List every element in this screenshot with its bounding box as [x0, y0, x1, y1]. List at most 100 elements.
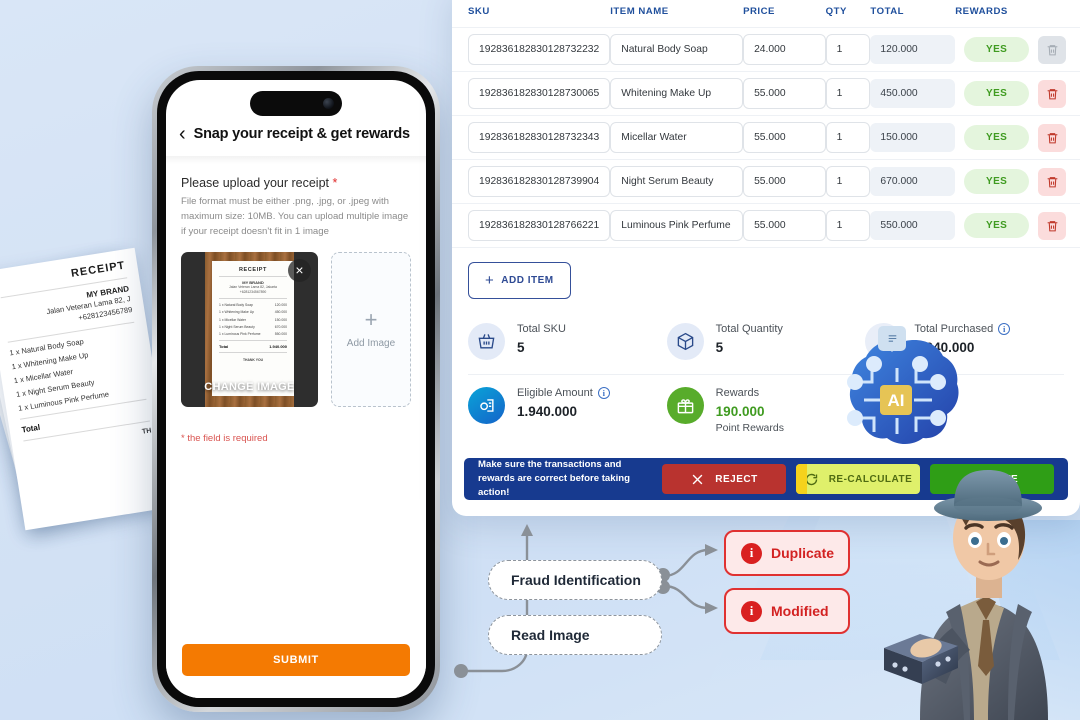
- info-icon[interactable]: i: [998, 323, 1011, 335]
- info-icon: i: [741, 600, 762, 622]
- phone-screen: ‹ Snap your receipt & get rewards Please…: [166, 80, 426, 698]
- submit-button[interactable]: SUBMIT: [182, 644, 410, 676]
- line-amount: 120.000: [274, 302, 287, 307]
- total-value: 120.000: [870, 35, 956, 64]
- line-amount: 550.000: [274, 332, 287, 337]
- sku-input[interactable]: 192836182830128732343: [468, 122, 611, 153]
- label-text: Eligible Amount: [517, 387, 593, 399]
- column-header-qty: QTY: [825, 6, 847, 17]
- qty-input[interactable]: 1: [825, 166, 871, 197]
- qty-input[interactable]: 1: [825, 34, 871, 65]
- column-header-rewards: REWARDS: [955, 6, 1008, 17]
- chevron-left-icon[interactable]: ‹: [179, 124, 186, 144]
- item-name-input[interactable]: Night Serum Beauty: [610, 166, 744, 197]
- divider: [219, 351, 287, 353]
- close-icon: [692, 474, 703, 484]
- plus-icon: +: [364, 307, 378, 333]
- close-icon[interactable]: ×: [287, 258, 311, 282]
- qty-input[interactable]: 1: [825, 210, 871, 241]
- node-read-image[interactable]: Read Image: [488, 615, 662, 655]
- divider: [219, 298, 287, 300]
- price-input[interactable]: 55.000: [743, 166, 826, 197]
- add-image-button[interactable]: + Add Image: [330, 251, 411, 407]
- refresh-icon: [805, 473, 817, 485]
- receipt-image-thumbnail[interactable]: RECEIPT MY BRAND Jalan Veteran Lama 82, …: [181, 251, 318, 407]
- money-icon: [468, 387, 505, 424]
- price-input[interactable]: 55.000: [743, 122, 826, 153]
- total-value: 670.000: [870, 167, 956, 196]
- sku-input[interactable]: 192836182830128730065: [468, 78, 611, 109]
- page-title: Snap your receipt & get rewards: [193, 126, 410, 142]
- delete-row-button: [1038, 35, 1066, 64]
- item-name-input[interactable]: Natural Body Soap: [610, 34, 744, 65]
- total-value: 150.000: [870, 123, 956, 152]
- alert-duplicate[interactable]: i Duplicate: [724, 530, 850, 576]
- plus-icon: +: [485, 272, 495, 289]
- thumb-receipt-line: 1 x Whitening Make Up 450.000: [219, 310, 287, 314]
- items-table: SKU ITEM NAME PRICE QTY TOTAL REWARDS 19…: [452, 0, 1080, 248]
- column-header-total: TOTAL: [870, 6, 905, 17]
- rewards-sublabel: Point Rewards: [715, 422, 784, 434]
- delete-row-button[interactable]: [1038, 123, 1066, 152]
- trash-icon: [1047, 220, 1057, 231]
- thumb-receipt-thanks: THANK YOU: [242, 357, 264, 362]
- summary-section: Total SKU 5 Total Quantity 5 Total Purch…: [452, 309, 1080, 448]
- item-name-input[interactable]: Micellar Water: [610, 122, 744, 153]
- arrow-mod: [705, 602, 718, 614]
- line-name: 1 x Whitening Make Up: [219, 310, 255, 315]
- info-icon[interactable]: i: [597, 387, 610, 399]
- delete-row-button[interactable]: [1038, 167, 1066, 196]
- upload-description: File format must be either .png, .jpg, o…: [181, 196, 409, 237]
- sku-input[interactable]: 192836182830128732232: [468, 34, 611, 65]
- trash-icon: [1047, 44, 1057, 55]
- line-name: 1 x Natural Body Soap: [219, 302, 253, 307]
- rewards-label: Rewards: [715, 387, 760, 399]
- total-label: Total: [219, 343, 229, 349]
- reject-button[interactable]: REJECT: [662, 464, 786, 494]
- table-row: 192836182830128730065 Whitening Make Up …: [452, 71, 1080, 116]
- thumb-receipt-line: 1 x Natural Body Soap 120.000: [219, 303, 287, 307]
- paper-receipt-front: RECEIPT MY BRAND Jalan Veteran Lama 82, …: [0, 247, 176, 531]
- table-row: 192836182830128739904 Night Serum Beauty…: [452, 159, 1080, 204]
- qty-input[interactable]: 1: [825, 122, 871, 153]
- item-name-input[interactable]: Luminous Pink Perfume: [610, 210, 744, 241]
- flow-start-dot: [454, 664, 468, 678]
- price-input[interactable]: 55.000: [743, 78, 826, 109]
- table-row: 192836182830128732343 Micellar Water 55.…: [452, 115, 1080, 160]
- line-amount: 450.000: [274, 310, 287, 315]
- rewards-badge: YES: [964, 37, 1030, 62]
- fraud-flow-diagram: Fraud Identification Read Image i Duplic…: [452, 516, 872, 720]
- trash-icon: [1047, 176, 1057, 187]
- phone-notch: [250, 91, 342, 116]
- transaction-panel: SKU ITEM NAME PRICE QTY TOTAL REWARDS 19…: [452, 0, 1080, 516]
- delete-row-button[interactable]: [1038, 79, 1066, 108]
- header-divider: [166, 156, 426, 164]
- line-amount: 670.000: [274, 325, 287, 330]
- thumb-receipt-line: 1 x Micellar Water 150.000: [219, 318, 287, 322]
- alert-modified[interactable]: i Modified: [724, 588, 850, 634]
- price-input[interactable]: 55.000: [743, 210, 826, 241]
- add-item-button[interactable]: + ADD ITEM: [468, 262, 571, 299]
- price-input[interactable]: 24.000: [743, 34, 826, 65]
- change-image-label[interactable]: CHANGE IMAGE: [181, 381, 318, 393]
- rewards-value: 190.000: [715, 404, 765, 419]
- thumb-receipt-phone: +6281234567890: [239, 290, 267, 295]
- brain-icon: AI: [847, 340, 959, 444]
- node-fraud-identification[interactable]: Fraud Identification: [488, 560, 662, 600]
- required-asterisk: *: [332, 176, 338, 190]
- delete-row-button[interactable]: [1038, 211, 1066, 240]
- detective-character-illustration: [880, 452, 1080, 720]
- qty-input[interactable]: 1: [825, 78, 871, 109]
- arrow-up: [521, 524, 533, 536]
- eligible-amount-value: 1.940.000: [517, 404, 578, 419]
- rewards-badge: YES: [964, 81, 1030, 106]
- thumb-receipt-line: 1 x Luminous Pink Perfume 550.000: [219, 332, 287, 336]
- info-icon: i: [741, 542, 762, 564]
- table-row: 192836182830128766221 Luminous Pink Perf…: [452, 203, 1080, 248]
- ai-brain-graphic: AI: [818, 326, 976, 470]
- line-name: 1 x Luminous Pink Perfume: [219, 332, 261, 337]
- item-name-input[interactable]: Whitening Make Up: [610, 78, 744, 109]
- divider: [219, 275, 287, 277]
- sku-input[interactable]: 192836182830128766221: [468, 210, 611, 241]
- sku-input[interactable]: 192836182830128739904: [468, 166, 611, 197]
